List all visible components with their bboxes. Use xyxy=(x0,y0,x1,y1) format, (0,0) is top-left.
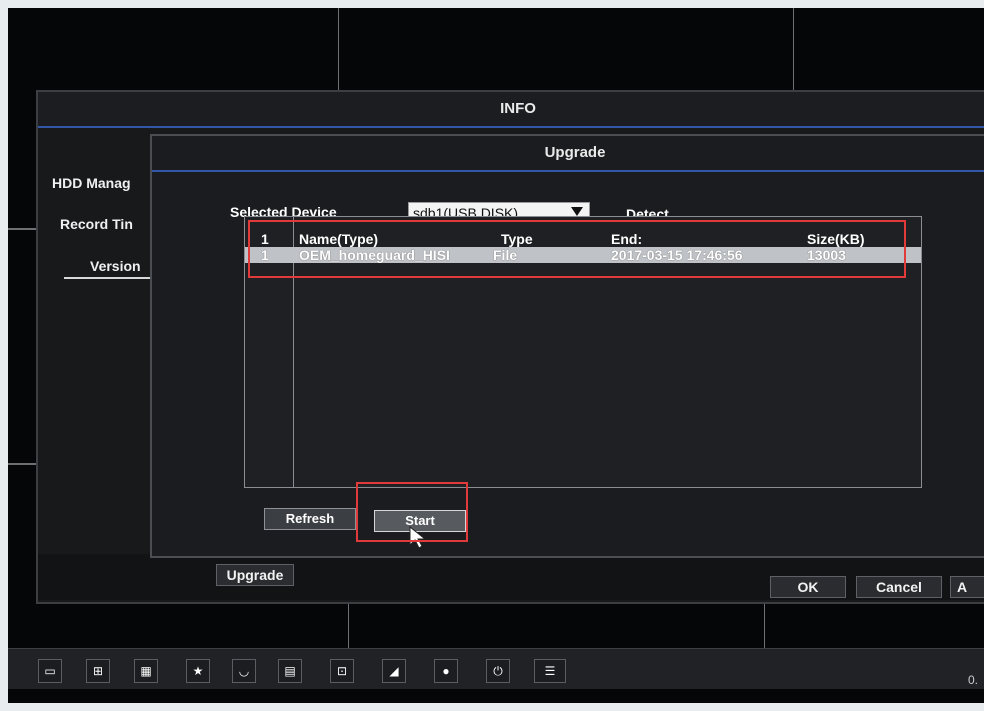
header-end: End: xyxy=(611,231,643,247)
table-row[interactable]: 1 OEM_homeguard_HISI File 2017-03-15 17:… xyxy=(245,247,921,263)
upgrade-dialog: Upgrade Selected Device sdb1(USB DISK) D… xyxy=(150,134,984,558)
quad-view-icon[interactable]: ⊞ xyxy=(86,659,110,683)
header-type: Type xyxy=(501,231,533,247)
power-icon[interactable]: ⏻ xyxy=(486,659,510,683)
list-header: 1 Name(Type) Type End: Size(KB) xyxy=(245,231,921,247)
version-tab-underline xyxy=(64,277,162,279)
tab-version[interactable]: Version xyxy=(90,258,141,274)
clock-text: 0. xyxy=(967,673,978,687)
single-view-icon[interactable]: ▭ xyxy=(38,659,62,683)
upgrade-tab-button[interactable]: Upgrade xyxy=(216,564,294,586)
star-icon[interactable]: ★ xyxy=(186,659,210,683)
header-index: 1 xyxy=(261,231,269,247)
ptz-icon[interactable]: ◡ xyxy=(232,659,256,683)
file-list[interactable]: 1 Name(Type) Type End: Size(KB) 1 OEM_ho… xyxy=(244,216,922,488)
dvr-screen: INFO HDD Manag Record Tin Version Upgrad… xyxy=(8,8,984,703)
header-name: Name(Type) xyxy=(299,231,379,247)
info-window-title: INFO xyxy=(38,92,984,128)
info-bottom-bar: Upgrade OK Cancel A xyxy=(38,554,984,600)
playback-icon[interactable]: ▤ xyxy=(278,659,302,683)
camera-icon[interactable]: ◢ xyxy=(382,659,406,683)
upgrade-dialog-title: Upgrade xyxy=(152,136,984,172)
tab-record-time[interactable]: Record Tin xyxy=(60,216,133,232)
tab-hdd-manage[interactable]: HDD Manag xyxy=(52,175,131,191)
row-size: 13003 xyxy=(807,247,846,263)
record-icon[interactable]: ⊡ xyxy=(330,659,354,683)
user-icon[interactable]: ☰ xyxy=(534,659,566,683)
nine-view-icon[interactable]: ▦ xyxy=(134,659,158,683)
mouse-cursor-icon xyxy=(409,526,427,549)
row-type: File xyxy=(493,247,518,263)
row-name: OEM_homeguard_HISI xyxy=(299,247,450,263)
taskbar: ▭ ⊞ ▦ ★ ◡ ▤ ⊡ ◢ ● ⏻ ☰ 0. xyxy=(8,648,984,689)
row-end: 2017-03-15 17:46:56 xyxy=(611,247,743,263)
header-size: Size(KB) xyxy=(807,231,865,247)
alarm-icon[interactable]: ● xyxy=(434,659,458,683)
cancel-button[interactable]: Cancel xyxy=(856,576,942,598)
apply-button[interactable]: A xyxy=(950,576,984,598)
chevron-down-icon xyxy=(571,207,583,216)
ok-button[interactable]: OK xyxy=(770,576,846,598)
refresh-button[interactable]: Refresh xyxy=(264,508,356,530)
row-index: 1 xyxy=(261,247,269,263)
